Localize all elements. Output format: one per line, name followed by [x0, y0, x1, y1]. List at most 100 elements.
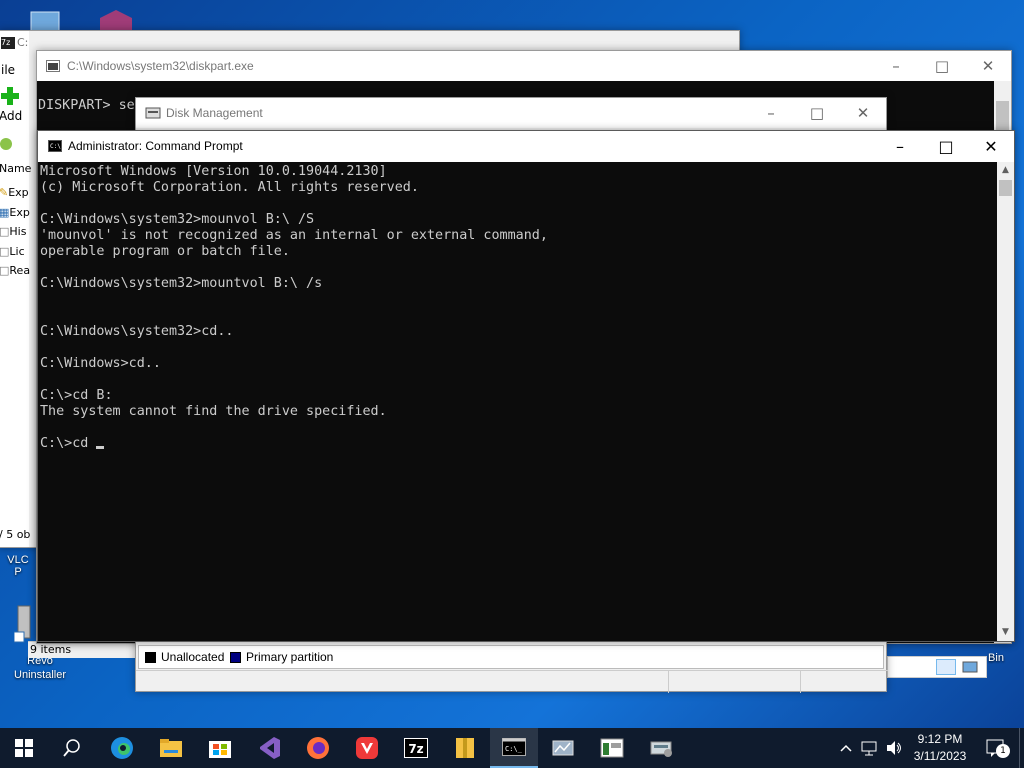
taskbar-disk-tool[interactable]	[539, 728, 587, 768]
recycle-bin-label[interactable]: Bin	[984, 652, 1008, 664]
disk-management-titlebar[interactable]: Disk Management – □ ✕	[136, 98, 886, 128]
console-icon	[46, 60, 60, 72]
disk-management-close-button[interactable]: ✕	[840, 98, 886, 128]
network-button[interactable]	[858, 728, 882, 768]
desktop-icon-vlc-label[interactable]: VLC P	[0, 554, 36, 578]
taskbar-store[interactable]	[196, 728, 244, 768]
console-input-text: C:\>cd	[40, 436, 97, 451]
monitor-icon	[30, 11, 60, 33]
cmd-scrollbar[interactable]: ▲ ▼	[997, 162, 1014, 641]
cmd-maximize-button[interactable]: □	[923, 131, 969, 162]
console-line: Microsoft Windows [Version 10.0.19044.21…	[40, 164, 387, 179]
show-hidden-icons-button[interactable]	[836, 728, 856, 768]
taskbar-vivaldi[interactable]	[343, 728, 391, 768]
add-button[interactable]	[1, 87, 19, 108]
folder-icon	[160, 739, 182, 757]
taskbar-edge[interactable]	[98, 728, 146, 768]
taskbar-visual-studio[interactable]	[245, 728, 293, 768]
list-item[interactable]: ▦Exp	[0, 203, 30, 223]
notification-badge: 1	[996, 744, 1010, 758]
console-line: C:\Windows\system32>cd..	[40, 324, 234, 339]
scroll-up-icon[interactable]: ▲	[997, 162, 1014, 179]
disk-legend: Unallocated Primary partition	[138, 645, 884, 669]
speaker-icon	[887, 741, 901, 755]
disk-management-title: Disk Management	[166, 106, 263, 120]
edge-icon	[111, 737, 133, 759]
list-item[interactable]: □Lic	[0, 242, 30, 262]
desktop-icon-top-2[interactable]	[96, 8, 136, 32]
sevenzip-title: C:	[17, 36, 29, 49]
volume-button[interactable]	[882, 728, 906, 768]
console-line: The system cannot find the drive specifi…	[40, 404, 387, 419]
taskbar-file-explorer[interactable]	[147, 728, 195, 768]
view-toggle-bar	[887, 656, 987, 678]
console-output[interactable]: Microsoft Windows [Version 10.0.19044.21…	[39, 162, 999, 642]
diskpart-close-button[interactable]: ✕	[965, 51, 1011, 81]
plus-icon	[1, 87, 19, 105]
console-current-line[interactable]: C:\>cd	[40, 436, 999, 452]
details-view-icon[interactable]	[936, 659, 956, 675]
taskbar-folder[interactable]	[441, 728, 489, 768]
taskbar-firefox[interactable]	[294, 728, 342, 768]
clock-date[interactable]: 3/11/2023	[909, 749, 971, 763]
tiles-view-icon[interactable]	[960, 659, 980, 675]
console-line: 'mounvol' is not recognized as an intern…	[40, 228, 548, 243]
unallocated-swatch	[145, 652, 156, 663]
legend-primary-partition: Primary partition	[246, 650, 334, 664]
cmd-close-button[interactable]: ✕	[968, 131, 1014, 162]
sevenzip-menu-file[interactable]: ile	[1, 63, 15, 77]
sevenzip-icon: 7z	[404, 738, 428, 758]
up-folder-icon[interactable]	[0, 137, 13, 151]
disk-tool-icon	[552, 740, 574, 756]
console-line: (c) Microsoft Corporation. All rights re…	[40, 180, 419, 195]
revo-uninstaller-icon[interactable]	[13, 604, 34, 644]
console-line: C:\Windows\system32>mountvol B:\ /s	[40, 276, 323, 291]
console-line: operable program or batch file.	[40, 244, 290, 259]
computer-management-icon	[650, 741, 672, 757]
list-item[interactable]: ✎Exp	[0, 183, 30, 203]
disk-management-statusbar	[136, 670, 888, 693]
taskbar-7zip[interactable]: 7z	[392, 728, 440, 768]
taskbar: 7z C:\_ 9:12 PM 3/11/2023 1	[0, 728, 1024, 768]
vivaldi-icon	[356, 737, 378, 759]
primary-partition-swatch	[230, 652, 241, 663]
show-desktop-button[interactable]	[1019, 728, 1024, 768]
disk-management-maximize-button[interactable]: □	[794, 98, 840, 128]
start-button[interactable]	[0, 728, 48, 768]
cmd-icon: C:\	[48, 140, 62, 152]
diskpart-maximize-button[interactable]: □	[919, 51, 965, 81]
diskpart-titlebar[interactable]: C:\Windows\system32\diskpart.exe – □ ✕	[37, 51, 1011, 81]
svg-text:C:\: C:\	[50, 143, 61, 150]
console-line: C:\>cd B:	[40, 388, 113, 403]
column-name-header[interactable]: Name	[0, 162, 31, 175]
command-prompt-title: Administrator: Command Prompt	[68, 139, 243, 153]
diskpart-minimize-button[interactable]: –	[873, 51, 919, 81]
taskbar-settings-tool[interactable]	[637, 728, 685, 768]
list-item[interactable]: □His	[0, 222, 30, 242]
search-icon	[63, 739, 80, 757]
action-center-button[interactable]: 1	[976, 728, 1016, 768]
list-item[interactable]: □Rea	[0, 261, 30, 281]
search-button[interactable]	[48, 728, 96, 768]
revo-uninstaller-label[interactable]: Revo Uninstaller	[0, 654, 80, 682]
disk-management-icon	[145, 107, 161, 119]
cmd-taskbar-icon: C:\_	[502, 738, 526, 756]
scroll-down-icon[interactable]: ▼	[997, 624, 1014, 641]
disk-management-minimize-button[interactable]: –	[748, 98, 794, 128]
firefox-icon	[307, 737, 329, 759]
scroll-thumb[interactable]	[999, 180, 1012, 196]
clock-time[interactable]: 9:12 PM	[912, 732, 968, 746]
cmd-minimize-button[interactable]: –	[877, 131, 923, 162]
desktop-icon-top[interactable]	[28, 8, 62, 33]
network-icon	[861, 741, 877, 756]
text-cursor	[96, 446, 105, 449]
taskbar-command-prompt[interactable]: C:\_	[490, 728, 538, 768]
taskbar-disk-management[interactable]	[588, 728, 636, 768]
command-prompt-titlebar[interactable]: C:\ Administrator: Command Prompt – □ ✕	[38, 131, 1014, 162]
